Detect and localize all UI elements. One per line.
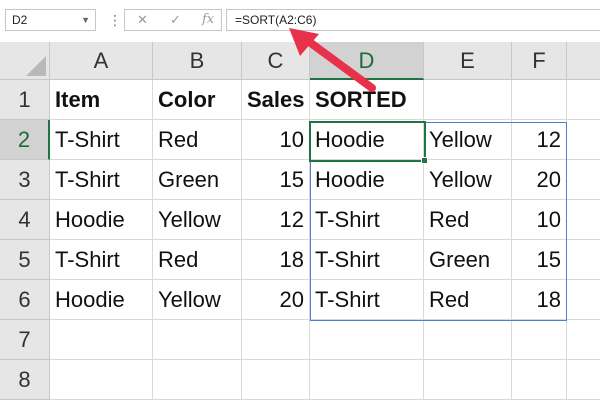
cell-d1[interactable]: SORTED: [310, 80, 424, 120]
formula-bar-area: D2 ▼ ⋮ ✕ ✓ fx =SORT(A2:C6): [0, 0, 600, 40]
cell-g4[interactable]: [567, 200, 600, 240]
cell-c3[interactable]: 15: [242, 160, 310, 200]
row-header-5[interactable]: 5: [0, 240, 50, 280]
cell-f7[interactable]: [512, 320, 567, 360]
row-header-3[interactable]: 3: [0, 160, 50, 200]
formula-buttons: ✕ ✓ fx: [124, 9, 222, 31]
cell-e7[interactable]: [424, 320, 512, 360]
cell-b3[interactable]: Green: [153, 160, 242, 200]
enter-icon[interactable]: ✓: [170, 12, 181, 28]
cell-c8[interactable]: [242, 360, 310, 400]
cell-g1[interactable]: [567, 80, 600, 120]
column-header-c[interactable]: C: [242, 42, 310, 80]
cell-f3[interactable]: 20: [512, 160, 567, 200]
cell-g7[interactable]: [567, 320, 600, 360]
cell-c2[interactable]: 10: [242, 120, 310, 160]
cell-d8[interactable]: [310, 360, 424, 400]
cell-a1[interactable]: Item: [50, 80, 153, 120]
cell-f4[interactable]: 10: [512, 200, 567, 240]
cell-e3[interactable]: Yellow: [424, 160, 512, 200]
cell-b7[interactable]: [153, 320, 242, 360]
cell-e1[interactable]: [424, 80, 512, 120]
cell-d7[interactable]: [310, 320, 424, 360]
cell-g6[interactable]: [567, 280, 600, 320]
cell-b6[interactable]: Yellow: [153, 280, 242, 320]
cell-b1[interactable]: Color: [153, 80, 242, 120]
cell-b2[interactable]: Red: [153, 120, 242, 160]
spreadsheet-grid: A B C D E F 1 2 3 4 5 6 7 8 Item Color S…: [0, 42, 600, 400]
column-header-e[interactable]: E: [424, 42, 512, 80]
name-box-value: D2: [12, 13, 28, 27]
cell-f5[interactable]: 15: [512, 240, 567, 280]
cell-a6[interactable]: Hoodie: [50, 280, 153, 320]
row-header-4[interactable]: 4: [0, 200, 50, 240]
row-header-2[interactable]: 2: [0, 120, 50, 160]
cell-d2[interactable]: Hoodie: [310, 120, 424, 160]
resize-handle-icon[interactable]: ⋮: [108, 13, 122, 27]
cell-c5[interactable]: 18: [242, 240, 310, 280]
cell-g3[interactable]: [567, 160, 600, 200]
cancel-icon[interactable]: ✕: [137, 12, 148, 28]
cell-a5[interactable]: T-Shirt: [50, 240, 153, 280]
cell-a3[interactable]: T-Shirt: [50, 160, 153, 200]
name-box[interactable]: D2 ▼: [5, 9, 96, 31]
cell-f1[interactable]: [512, 80, 567, 120]
cell-f8[interactable]: [512, 360, 567, 400]
row-header-7[interactable]: 7: [0, 320, 50, 360]
cell-b8[interactable]: [153, 360, 242, 400]
cell-d5[interactable]: T-Shirt: [310, 240, 424, 280]
cell-a4[interactable]: Hoodie: [50, 200, 153, 240]
select-all-button[interactable]: [0, 42, 50, 80]
column-header-b[interactable]: B: [153, 42, 242, 80]
cell-e4[interactable]: Red: [424, 200, 512, 240]
formula-input[interactable]: =SORT(A2:C6): [226, 9, 600, 31]
cell-e5[interactable]: Green: [424, 240, 512, 280]
cell-f2[interactable]: 12: [512, 120, 567, 160]
cell-g2[interactable]: [567, 120, 600, 160]
cell-e6[interactable]: Red: [424, 280, 512, 320]
cell-c6[interactable]: 20: [242, 280, 310, 320]
row-header-1[interactable]: 1: [0, 80, 50, 120]
cell-g8[interactable]: [567, 360, 600, 400]
row-header-6[interactable]: 6: [0, 280, 50, 320]
column-header-g[interactable]: [567, 42, 600, 80]
cell-d6[interactable]: T-Shirt: [310, 280, 424, 320]
cell-a8[interactable]: [50, 360, 153, 400]
cell-f6[interactable]: 18: [512, 280, 567, 320]
cell-a7[interactable]: [50, 320, 153, 360]
cell-d3[interactable]: Hoodie: [310, 160, 424, 200]
cell-c7[interactable]: [242, 320, 310, 360]
cell-e2[interactable]: Yellow: [424, 120, 512, 160]
cell-a2[interactable]: T-Shirt: [50, 120, 153, 160]
cell-b5[interactable]: Red: [153, 240, 242, 280]
row-header-8[interactable]: 8: [0, 360, 50, 400]
cell-c1[interactable]: Sales: [242, 80, 310, 120]
column-header-a[interactable]: A: [50, 42, 153, 80]
cell-b4[interactable]: Yellow: [153, 200, 242, 240]
cell-c4[interactable]: 12: [242, 200, 310, 240]
column-header-d[interactable]: D: [310, 42, 424, 80]
insert-function-icon[interactable]: fx: [202, 12, 214, 28]
cell-e8[interactable]: [424, 360, 512, 400]
chevron-down-icon[interactable]: ▼: [81, 10, 90, 30]
column-header-f[interactable]: F: [512, 42, 567, 80]
cell-d4[interactable]: T-Shirt: [310, 200, 424, 240]
cell-g5[interactable]: [567, 240, 600, 280]
